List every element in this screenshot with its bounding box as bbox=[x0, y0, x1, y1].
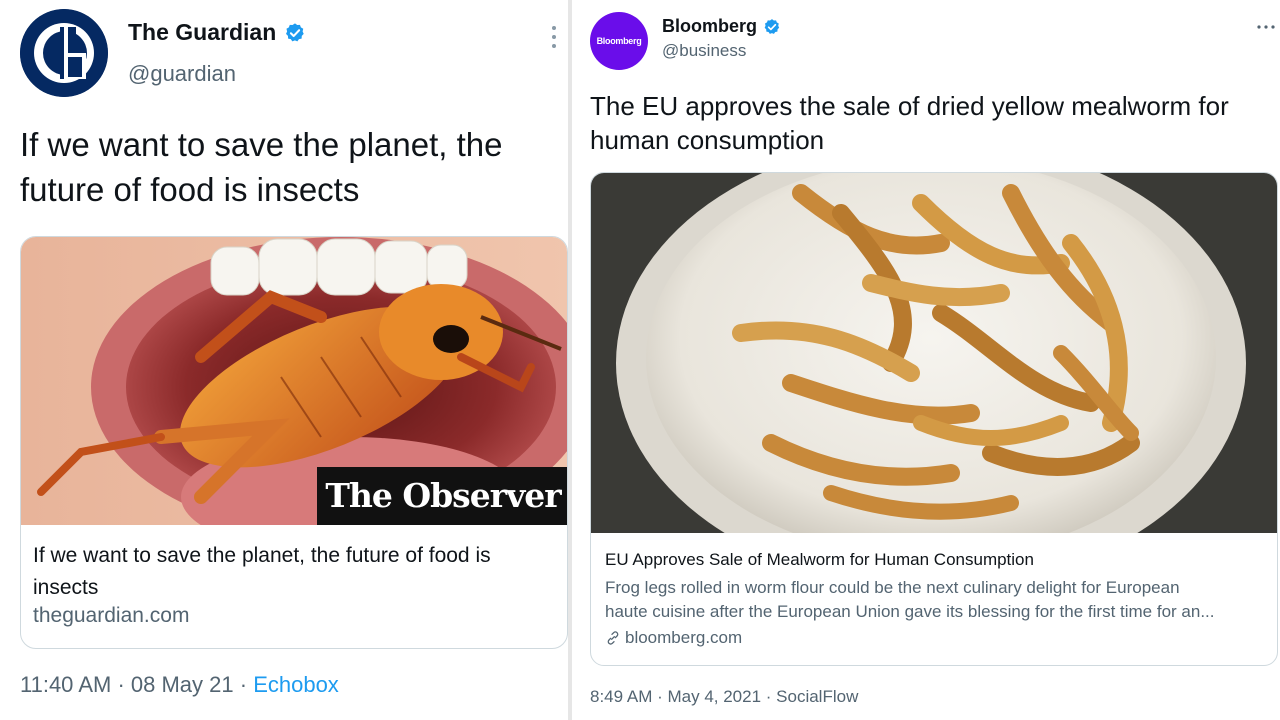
vertical-dots-icon[interactable] bbox=[547, 24, 561, 50]
avatar-text: Bloomberg bbox=[596, 36, 642, 46]
tweet-text: If we want to save the planet, the futur… bbox=[20, 126, 503, 208]
card-image[interactable] bbox=[591, 173, 1277, 533]
link-icon bbox=[607, 631, 619, 645]
bloomberg-avatar[interactable]: Bloomberg bbox=[590, 12, 648, 70]
guardian-handle[interactable]: @guardian bbox=[128, 61, 236, 87]
tweet-time[interactable]: 11:40 AM bbox=[20, 672, 111, 697]
tweet-date[interactable]: 08 May 21 bbox=[131, 672, 234, 697]
card-description: Frog legs rolled in worm flour could be … bbox=[605, 576, 1265, 624]
guardian-display-name[interactable]: The Guardian bbox=[128, 19, 306, 46]
card-domain-row: bloomberg.com bbox=[605, 628, 742, 648]
display-name-text: Bloomberg bbox=[662, 16, 758, 36]
tweet-source[interactable]: SocialFlow bbox=[776, 687, 858, 706]
tweet-time[interactable]: 8:49 AM bbox=[590, 687, 652, 706]
mealworm-bowl-photo bbox=[591, 173, 1277, 533]
tweet-metadata: 11:40 AM · 08 May 21 · Echobox bbox=[20, 672, 339, 698]
bloomberg-tweet: Bloomberg Bloomberg @business The EU app… bbox=[572, 0, 1280, 720]
guardian-logo-icon bbox=[20, 9, 108, 97]
meta-separator: · bbox=[111, 672, 131, 697]
verified-badge-icon bbox=[286, 22, 304, 41]
link-card[interactable]: EU Approves Sale of Mealworm for Human C… bbox=[590, 172, 1278, 666]
tweet-metadata: 8:49 AM · May 4, 2021 · SocialFlow bbox=[590, 687, 858, 707]
verified-badge-icon bbox=[764, 18, 780, 34]
image-overlay-label: The Observer bbox=[317, 467, 567, 525]
guardian-avatar[interactable] bbox=[20, 9, 108, 97]
card-image[interactable]: The Observer bbox=[21, 237, 567, 525]
tweet-text: The EU approves the sale of dried yellow… bbox=[590, 91, 1229, 155]
card-title: EU Approves Sale of Mealworm for Human C… bbox=[605, 550, 1034, 569]
card-domain: theguardian.com bbox=[33, 604, 190, 627]
card-description-line: Frog legs rolled in worm flour could be … bbox=[605, 578, 1180, 597]
display-name-text: The Guardian bbox=[128, 19, 277, 45]
card-domain: bloomberg.com bbox=[625, 628, 743, 647]
tweet-date[interactable]: May 4, 2021 bbox=[667, 687, 761, 706]
card-title: If we want to save the planet, the futur… bbox=[33, 544, 491, 599]
tweet-source[interactable]: Echobox bbox=[253, 672, 339, 697]
card-description-line: haute cuisine after the European Union g… bbox=[605, 602, 1215, 621]
meta-separator: · bbox=[233, 672, 254, 697]
link-card[interactable]: The Observer If we want to save the plan… bbox=[20, 236, 568, 649]
horizontal-dots-icon[interactable] bbox=[1256, 14, 1276, 35]
bloomberg-display-name[interactable]: Bloomberg bbox=[662, 16, 781, 37]
guardian-tweet: The Guardian @guardian If we want to sav… bbox=[0, 0, 568, 720]
meta-separator: · bbox=[652, 687, 668, 706]
bloomberg-handle[interactable]: @business bbox=[662, 41, 746, 61]
meta-separator: · bbox=[761, 687, 777, 706]
